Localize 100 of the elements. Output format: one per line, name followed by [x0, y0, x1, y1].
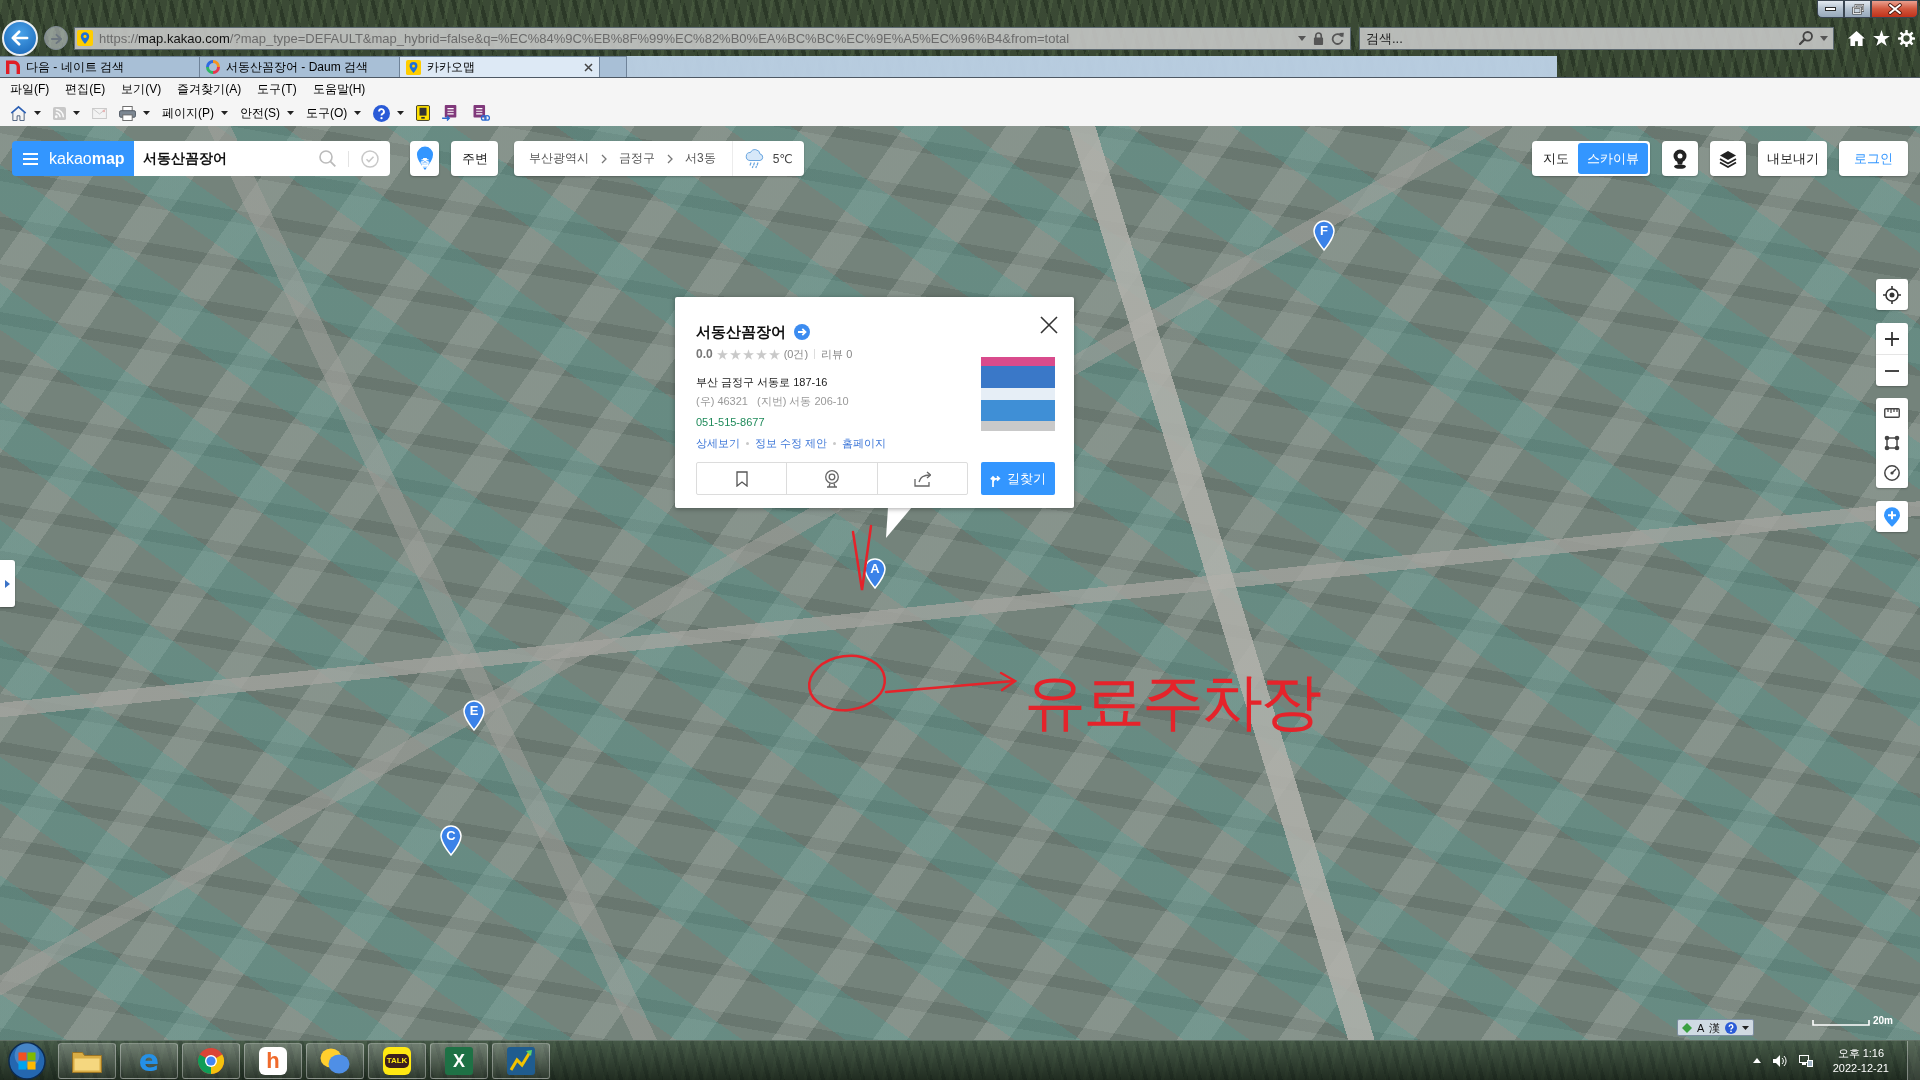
- toolbar-menu-button[interactable]: 페이지(P): [162, 103, 228, 123]
- menu-item[interactable]: 보기(V): [117, 78, 166, 100]
- taskbar-app-button[interactable]: [182, 1042, 240, 1079]
- menu-icon[interactable]: [23, 152, 38, 165]
- caret-down-icon: [34, 111, 41, 115]
- close-icon[interactable]: [1040, 316, 1058, 334]
- input-mode-button[interactable]: A: [1697, 1020, 1705, 1035]
- menu-item[interactable]: 도움말(H): [308, 78, 370, 100]
- caret-down-icon: [287, 111, 294, 115]
- plus-icon: [1885, 331, 1899, 346]
- map-marker[interactable]: F: [1313, 220, 1335, 251]
- arrow-right-icon: [50, 32, 62, 44]
- caret-down-icon: [73, 111, 80, 115]
- my-location-button[interactable]: [1876, 279, 1908, 310]
- search-field[interactable]: 서동산꼼장어: [134, 141, 390, 176]
- tablet-icon: [416, 105, 431, 121]
- address-field[interactable]: https://map.kakao.com/?map_type=DEFAULT&map_hybrid=false&q=%EC%84%9C%EB%8F%99%EC%82%B0%EA%BC%BC%EC%9E%A5%EC%96%B4&from=total: [74, 26, 1351, 50]
- handwritten-note: 유료주차장: [1024, 671, 1319, 733]
- map-pin-icon: [77, 30, 93, 46]
- print-button[interactable]: [119, 103, 150, 123]
- help-button[interactable]: [373, 103, 405, 123]
- place-link[interactable]: 상세보기: [696, 436, 740, 451]
- star-icon: [768, 348, 780, 360]
- back-button[interactable]: [2, 20, 38, 56]
- settings-icon[interactable]: [1898, 29, 1915, 47]
- photo-placeholder[interactable]: [981, 357, 1055, 431]
- clock-time[interactable]: 오후 1:16: [1837, 1045, 1885, 1061]
- scale-label: 20m: [1873, 1015, 1893, 1026]
- phone-number[interactable]: 051-515-8677: [696, 415, 765, 430]
- star-icon[interactable]: [1873, 30, 1890, 46]
- arch-icon: [6, 60, 20, 74]
- home-icon[interactable]: [1848, 30, 1865, 46]
- rating-score: 0.0: [696, 347, 713, 361]
- map-marker[interactable]: C: [440, 825, 462, 856]
- round-logo-icon: [197, 1046, 225, 1075]
- caret-down-icon[interactable]: [1742, 1025, 1750, 1030]
- export-button[interactable]: 내보내기: [1758, 141, 1827, 176]
- breadcrumb-link[interactable]: 부산광역시: [529, 150, 589, 167]
- menu-item[interactable]: 파일(F): [6, 78, 54, 100]
- taskbar-app-button[interactable]: [492, 1042, 550, 1079]
- add-place-button[interactable]: [1876, 501, 1908, 532]
- taskbar-app-button[interactable]: X: [430, 1042, 488, 1079]
- map-marker[interactable]: A: [864, 558, 886, 589]
- temperature-text: 5℃: [772, 151, 793, 166]
- feed-icon: [53, 106, 66, 120]
- refresh-icon[interactable]: [1331, 31, 1344, 45]
- rating-count: (0건): [783, 346, 809, 362]
- envelope-icon: [92, 107, 107, 119]
- flag-orb-icon: [8, 1041, 46, 1080]
- menu-item[interactable]: 도구(T): [253, 78, 301, 100]
- caret-down-icon: [354, 111, 362, 115]
- place-link[interactable]: 정보 수정 제안: [755, 436, 828, 451]
- review-count[interactable]: 리뷰 0: [821, 346, 853, 362]
- map-marker[interactable]: E: [463, 700, 485, 731]
- browser-tab[interactable]: 카카오맵: [400, 56, 600, 77]
- browser-tab[interactable]: 서동산꼼장어 - Daum 검색: [200, 56, 400, 77]
- toolbar-menu-button[interactable]: 안전(S): [240, 103, 294, 123]
- tablet-button[interactable]: [416, 103, 431, 123]
- place-link[interactable]: 홈페이지: [842, 436, 887, 451]
- search-icon[interactable]: [1799, 31, 1813, 45]
- clock-date[interactable]: 2022-12-21: [1832, 1060, 1889, 1076]
- notebook-link-button[interactable]: [472, 103, 492, 123]
- network-icon[interactable]: [1798, 1054, 1813, 1067]
- share-icon: [913, 470, 931, 487]
- forward-button[interactable]: [44, 26, 68, 50]
- dial-icon: [1884, 465, 1900, 481]
- search-field[interactable]: 검색...: [1359, 26, 1834, 50]
- close-button[interactable]: [1871, 0, 1918, 18]
- speaker-icon[interactable]: [1772, 1054, 1787, 1067]
- home-button[interactable]: [10, 103, 41, 123]
- close-icon[interactable]: [584, 62, 593, 72]
- toolbar-menu-button[interactable]: 도구(O): [306, 103, 362, 123]
- arrow-circle-icon[interactable]: [794, 324, 810, 340]
- place-name[interactable]: 서동산꼼장어: [696, 322, 786, 342]
- taskbar-app-button[interactable]: [58, 1042, 116, 1079]
- chevron-up-icon[interactable]: [1752, 1058, 1761, 1063]
- close-icon: [1887, 3, 1902, 15]
- breadcrumb-link[interactable]: 서3동: [685, 150, 716, 167]
- maximize-button[interactable]: [1844, 0, 1871, 18]
- breadcrumb-link[interactable]: 금정구: [619, 150, 655, 167]
- layers-button[interactable]: [1710, 141, 1746, 176]
- taskbar-app-button[interactable]: TALK: [368, 1042, 426, 1079]
- map-type-tab[interactable]: 지도: [1534, 143, 1578, 174]
- panel-toggle-button[interactable]: [0, 560, 15, 607]
- menu-item[interactable]: 편집(E): [61, 78, 110, 100]
- star-icon: [716, 348, 728, 360]
- nearby-button[interactable]: 주변: [451, 141, 498, 176]
- diamond-icon: [1682, 1022, 1692, 1033]
- input-mode-button[interactable]: 漢: [1709, 1020, 1721, 1035]
- show-desktop-button[interactable]: [1907, 1041, 1920, 1080]
- ring-icon: [206, 60, 220, 74]
- roadview-button[interactable]: [1662, 141, 1698, 176]
- minimize-button[interactable]: [1817, 0, 1844, 18]
- check-circle-icon[interactable]: [361, 149, 379, 168]
- taskbar-app-button[interactable]: [306, 1042, 364, 1079]
- browser-tab[interactable]: 다음 - 네이트 검색: [0, 56, 200, 77]
- menu-item[interactable]: 즐겨찾기(A): [173, 78, 246, 100]
- satellite-map-photo[interactable]: [0, 126, 1920, 1040]
- notebook-link-icon: [472, 105, 492, 121]
- help-icon[interactable]: [1725, 1021, 1738, 1034]
